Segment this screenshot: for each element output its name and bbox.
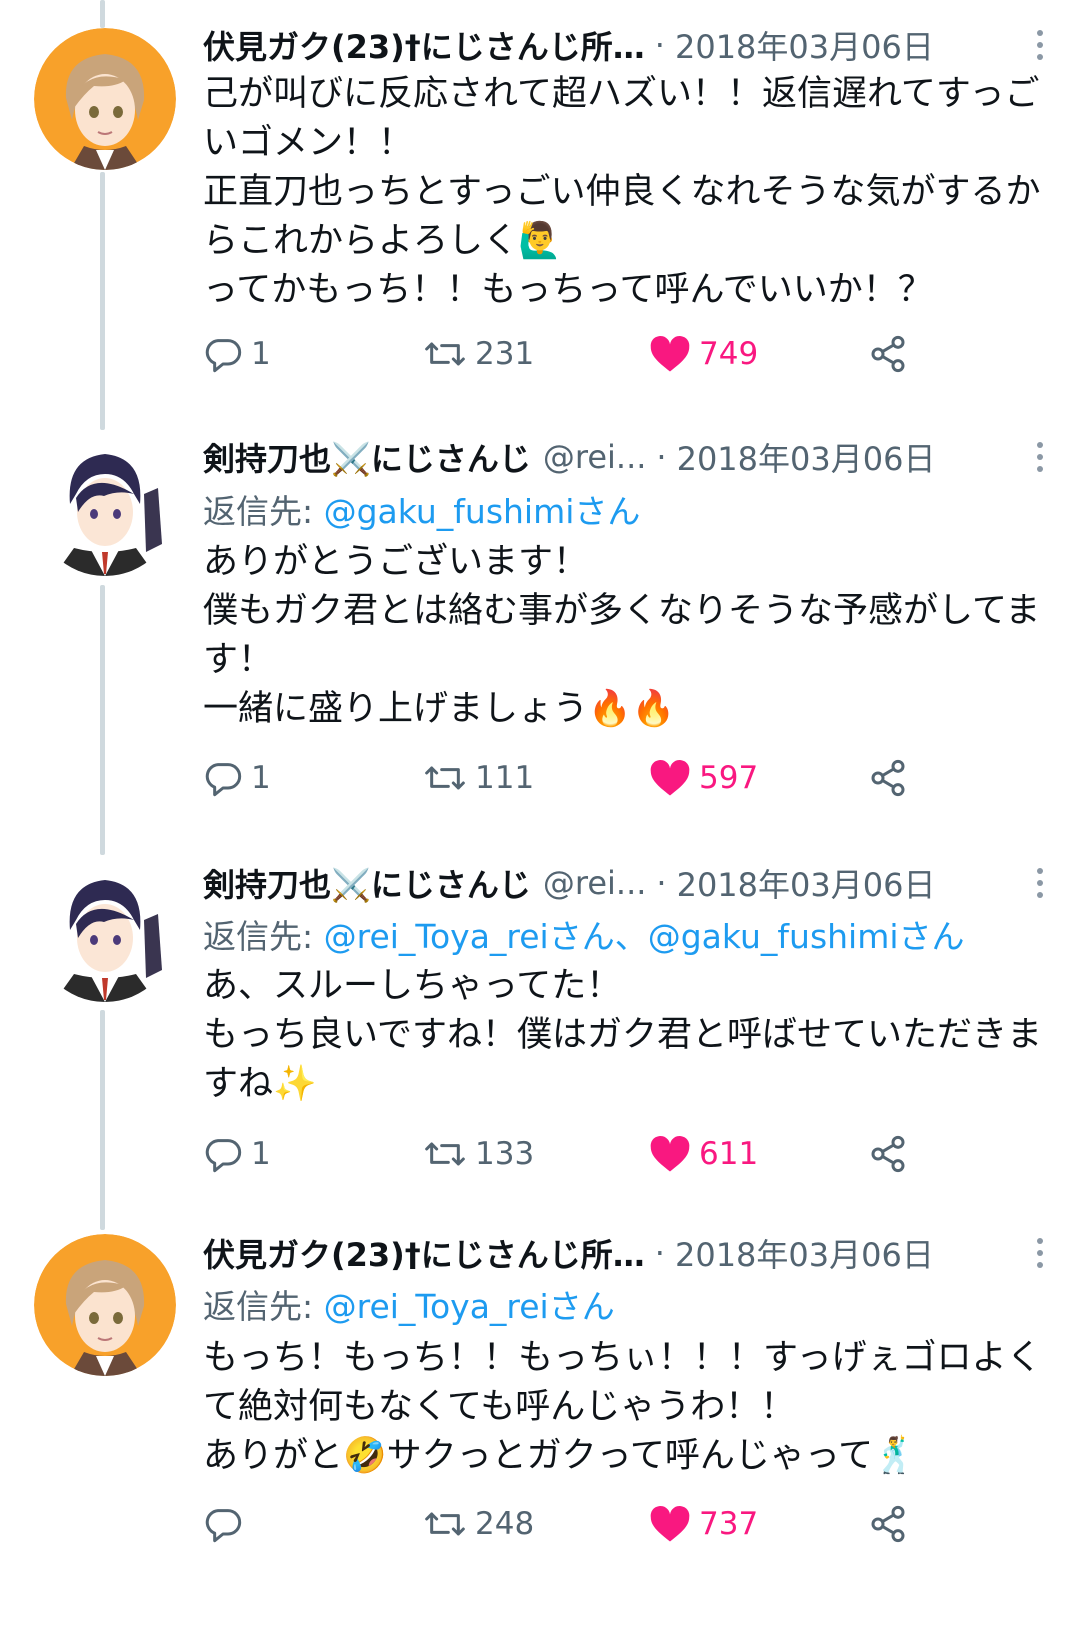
more-icon[interactable] — [1028, 432, 1052, 482]
separator-dot: · — [656, 438, 667, 476]
tweet[interactable]: 伏見ガク(23)†にじさんじ所… · 2018年03月06日 返信先: @rei… — [0, 1234, 1080, 1637]
tweet-date[interactable]: 2018年03月06日 — [677, 860, 936, 906]
tweet-header: 剣持刀也⚔️にじさんじ @rei... · 2018年03月06日 — [203, 432, 985, 482]
reply-mention[interactable]: @rei_Toya_reiさん、@gaku_fushimiさん — [324, 917, 965, 956]
like-button[interactable]: 611 — [649, 1124, 758, 1184]
gaku-avatar[interactable] — [34, 28, 176, 170]
author-name[interactable]: 剣持刀也⚔️にじさんじ — [203, 860, 531, 906]
tweet-actions: 1 111 597 — [203, 748, 923, 808]
author-name[interactable]: 伏見ガク(23)†にじさんじ所… — [203, 22, 645, 68]
tweet-date[interactable]: 2018年03月06日 — [677, 434, 936, 480]
gaku-avatar[interactable] — [34, 1234, 176, 1376]
tweet-actions: 1 133 611 — [203, 1124, 923, 1184]
reply-button[interactable] — [203, 1494, 251, 1554]
reply-count: 1 — [251, 760, 271, 796]
author-name[interactable]: 伏見ガク(23)†にじさんじ所… — [203, 1230, 645, 1276]
tweet[interactable]: 剣持刀也⚔️にじさんじ @rei... · 2018年03月06日 返信先: @… — [0, 420, 1080, 850]
share-button[interactable] — [868, 1124, 908, 1184]
retweet-icon — [425, 1142, 465, 1166]
retweet-icon — [425, 1512, 465, 1536]
reply-to-line: 返信先: @rei_Toya_reiさん — [203, 1280, 615, 1328]
like-button[interactable]: 749 — [649, 324, 758, 384]
reply-button[interactable]: 1 — [203, 748, 271, 808]
reply-to-label: 返信先: — [203, 917, 324, 956]
like-count: 737 — [699, 1506, 759, 1542]
heart-icon — [650, 759, 690, 796]
retweet-count: 111 — [475, 760, 535, 796]
retweet-count: 133 — [475, 1136, 535, 1172]
like-count: 749 — [699, 336, 759, 372]
like-button[interactable]: 597 — [649, 748, 758, 808]
reply-mention[interactable]: @rei_Toya_reiさん — [324, 1287, 615, 1326]
separator-dot: · — [654, 26, 665, 64]
heart-icon — [650, 335, 690, 372]
like-count: 597 — [699, 760, 759, 796]
share-button[interactable] — [868, 1494, 908, 1554]
tweet-header: 伏見ガク(23)†にじさんじ所… · 2018年03月06日 — [203, 1228, 985, 1278]
retweet-icon — [425, 766, 465, 790]
share-icon — [871, 1135, 905, 1173]
reply-icon — [205, 1139, 242, 1173]
tweet[interactable]: 剣持刀也⚔️にじさんじ @rei... · 2018年03月06日 返信先: @… — [0, 850, 1080, 1240]
reply-icon — [205, 763, 242, 797]
separator-dot: · — [656, 864, 667, 902]
retweet-icon — [425, 342, 465, 366]
share-button[interactable] — [868, 324, 908, 384]
reply-to-line: 返信先: @gaku_fushimiさん — [203, 485, 640, 533]
tweet-date[interactable]: 2018年03月06日 — [675, 22, 934, 68]
toya-avatar[interactable] — [34, 434, 176, 576]
like-button[interactable]: 737 — [649, 1494, 758, 1554]
reply-count: 1 — [251, 336, 271, 372]
tweet-text: 己が叫びに反応されて超ハズい！！返信遅れてすっごいゴメン！！ 正直刀也っちとすっ… — [203, 74, 1041, 310]
more-icon[interactable] — [1028, 1228, 1052, 1278]
author-name[interactable]: 剣持刀也⚔️にじさんじ — [203, 434, 531, 480]
retweet-count: 231 — [475, 336, 535, 372]
reply-count: 1 — [251, 1136, 271, 1172]
reply-button[interactable]: 1 — [203, 1124, 271, 1184]
reply-to-line: 返信先: @rei_Toya_reiさん、@gaku_fushimiさん — [203, 910, 965, 958]
retweet-button[interactable]: 111 — [423, 748, 534, 808]
tweet-text: ありがとうございます！ 僕もガク君とは絡む事が多くなりそうな予感がしてます！ 一… — [203, 542, 1041, 729]
share-icon — [871, 759, 905, 797]
tweet-actions: 248 737 — [203, 1494, 923, 1554]
tweet-header: 伏見ガク(23)†にじさんじ所… · 2018年03月06日 — [203, 20, 985, 70]
more-icon[interactable] — [1028, 20, 1052, 70]
author-handle[interactable]: @rei... — [543, 438, 647, 476]
reply-icon — [205, 339, 242, 373]
retweet-button[interactable]: 133 — [423, 1124, 534, 1184]
author-handle[interactable]: @rei... — [543, 864, 647, 902]
share-icon — [871, 335, 905, 373]
reply-button[interactable]: 1 — [203, 324, 271, 384]
reply-to-label: 返信先: — [203, 1287, 324, 1326]
toya-avatar[interactable] — [34, 860, 176, 1002]
tweet-text: あ、スルーしちゃってた！ もっち良いですね！僕はガク君と呼ばせていただきますね✨ — [203, 966, 1042, 1104]
heart-icon — [650, 1135, 690, 1172]
share-button[interactable] — [868, 748, 908, 808]
retweet-button[interactable]: 231 — [423, 324, 534, 384]
heart-icon — [650, 1505, 690, 1542]
reply-to-label: 返信先: — [203, 492, 324, 531]
tweet-actions: 1 231 749 — [203, 324, 923, 384]
tweet-header: 剣持刀也⚔️にじさんじ @rei... · 2018年03月06日 — [203, 858, 985, 908]
reply-icon — [205, 1509, 242, 1543]
separator-dot: · — [654, 1234, 665, 1272]
share-icon — [871, 1505, 905, 1543]
retweet-button[interactable]: 248 — [423, 1494, 534, 1554]
tweet-text: もっち！もっち！！もっちぃ！！！すっげぇゴロよくて絶対何もなくても呼んじゃうわ！… — [203, 1338, 1042, 1476]
reply-mention[interactable]: @gaku_fushimiさん — [324, 492, 641, 531]
tweet[interactable]: 伏見ガク(23)†にじさんじ所… · 2018年03月06日 己が叫びに反応され… — [0, 0, 1080, 420]
retweet-count: 248 — [475, 1506, 535, 1542]
more-icon[interactable] — [1028, 858, 1052, 908]
tweet-date[interactable]: 2018年03月06日 — [675, 1230, 934, 1276]
like-count: 611 — [699, 1136, 759, 1172]
